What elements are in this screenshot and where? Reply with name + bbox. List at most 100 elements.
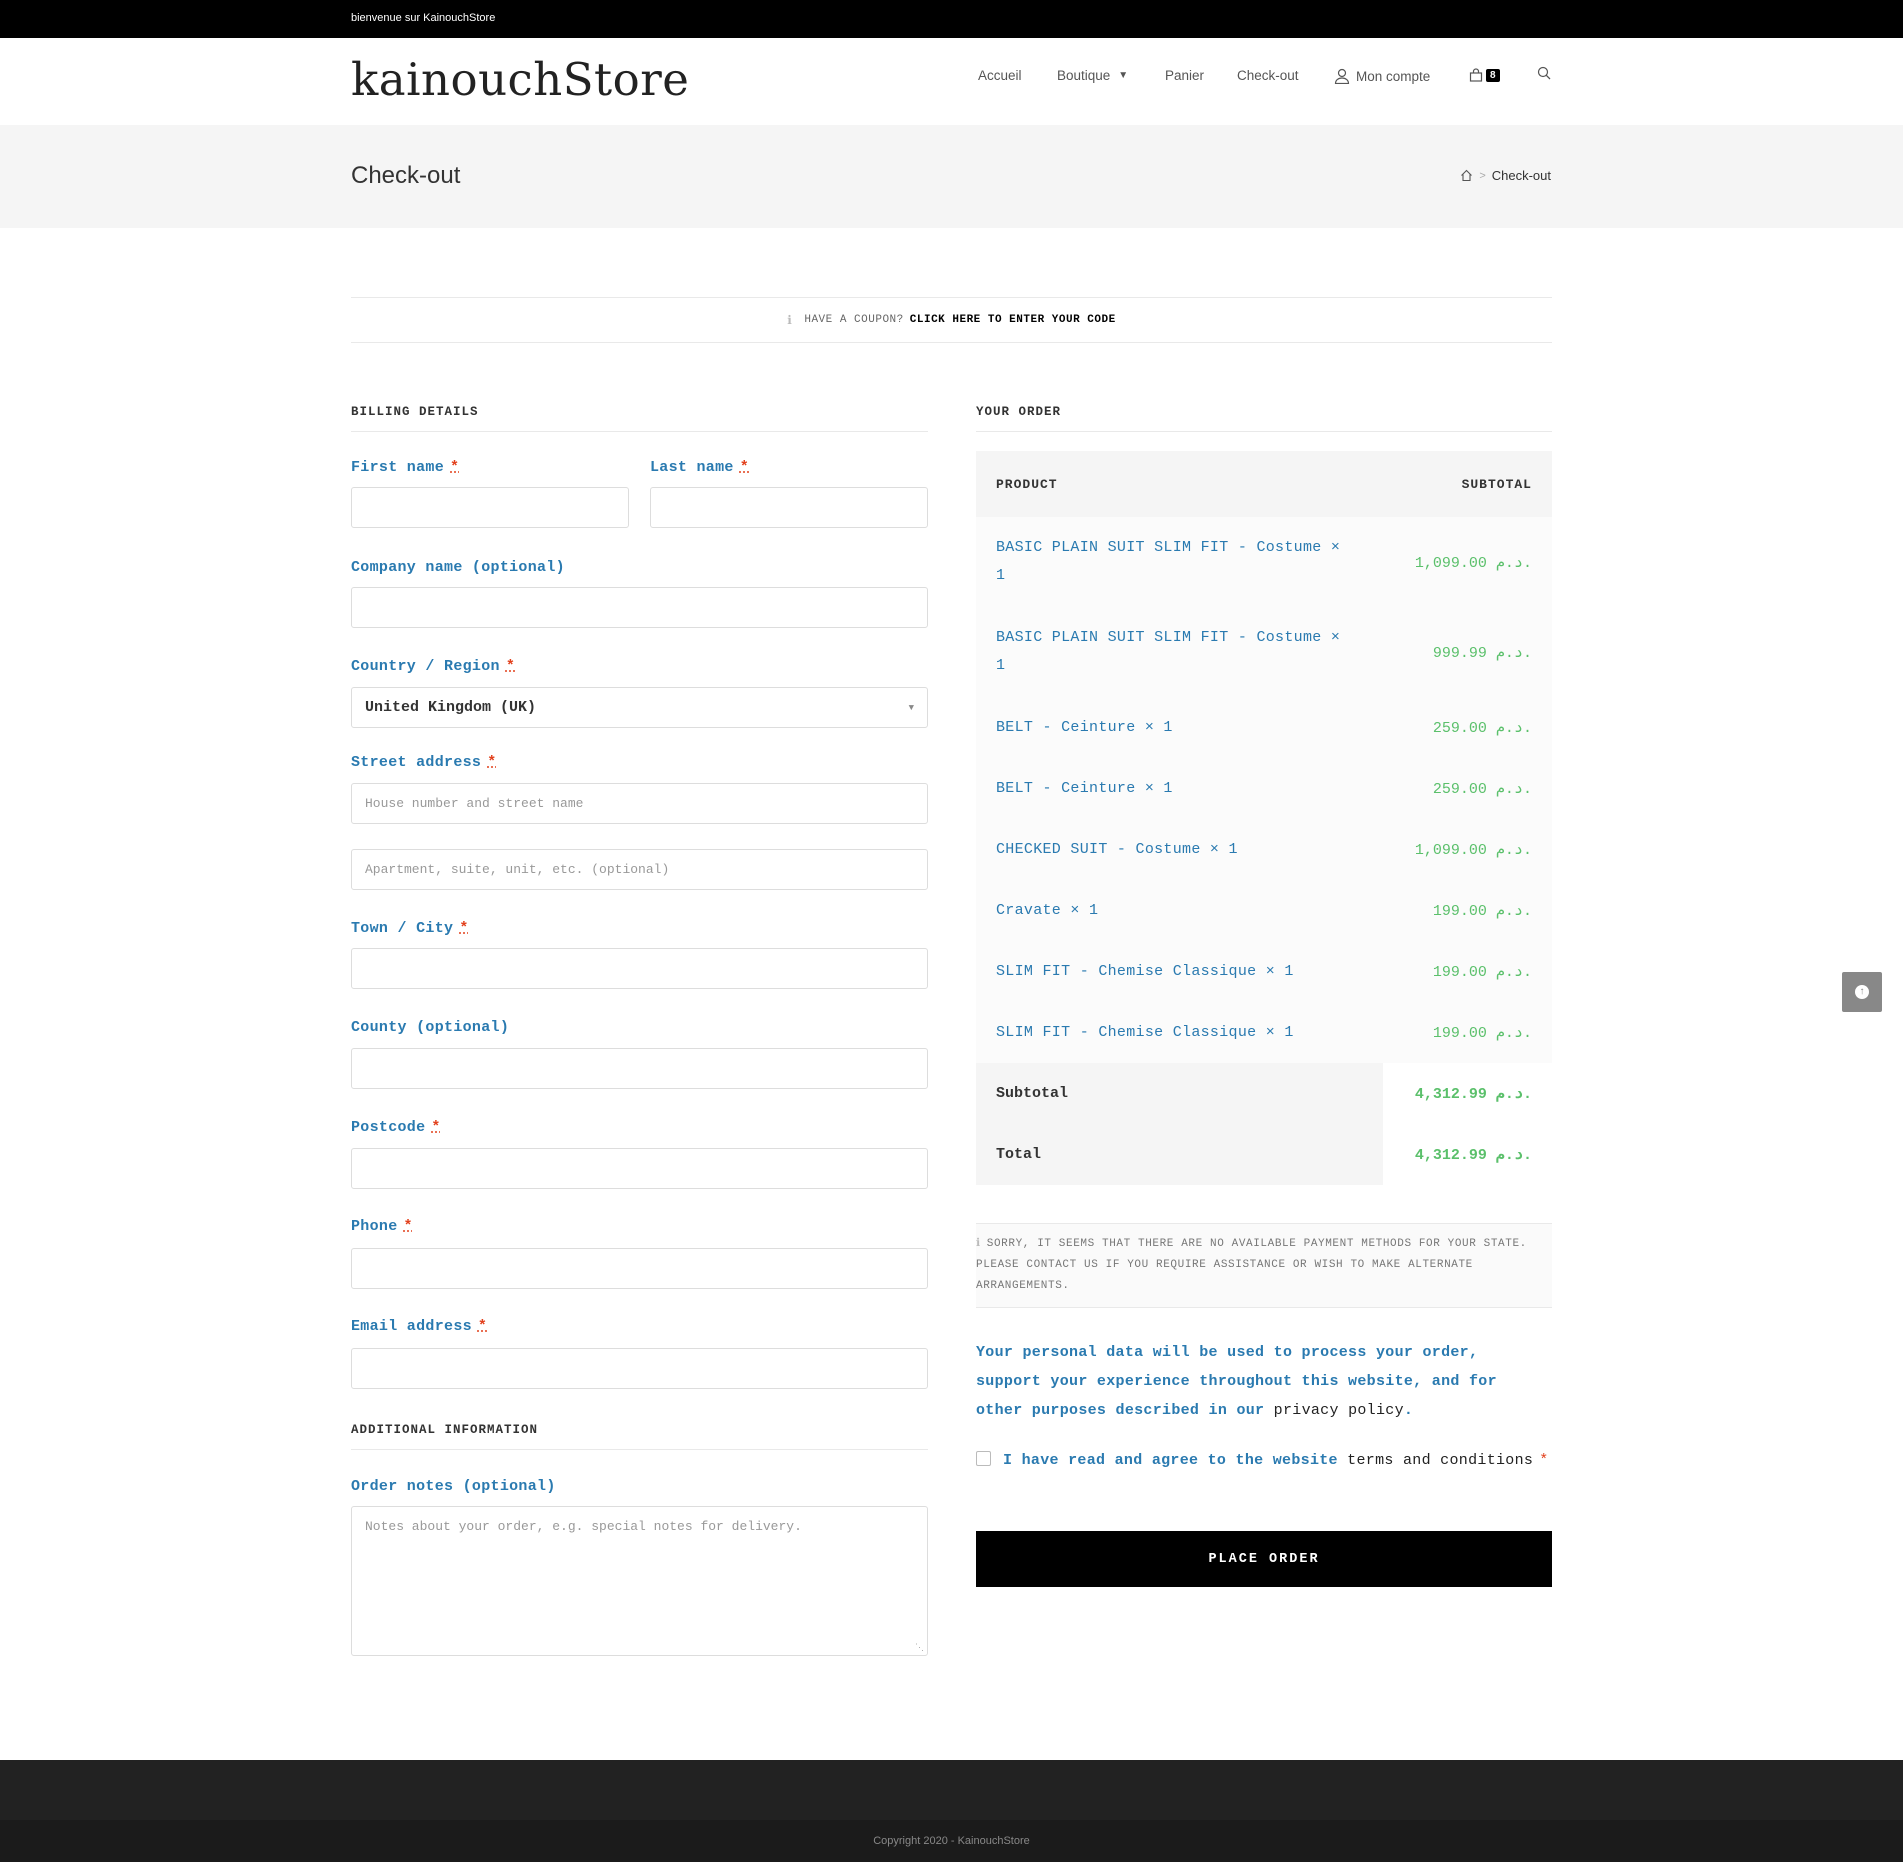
privacy-notice: Your personal data will be used to proce…: [976, 1338, 1552, 1425]
order-item-name: Cravate × 1: [996, 901, 1099, 919]
col-subtotal: SUBTOTAL: [1461, 476, 1532, 492]
privacy-text: Your personal data will be used to proce…: [976, 1344, 1497, 1419]
phone-field[interactable]: [351, 1248, 928, 1289]
street-label: Street address *: [351, 754, 497, 771]
subtotal-label: Subtotal: [976, 1063, 1383, 1124]
coupon-link[interactable]: CLICK HERE TO ENTER YOUR CODE: [910, 314, 1116, 326]
info-icon: ℹ: [976, 1238, 981, 1250]
shopping-bag-icon: [1469, 68, 1483, 82]
nav-checkout[interactable]: Check-out: [1237, 68, 1299, 83]
subtotal-row: Subtotal 4,312.99 د.م.: [976, 1063, 1552, 1124]
order-item-price: 999.99 د.م.: [1432, 644, 1532, 662]
order-table-header: PRODUCT SUBTOTAL: [976, 451, 1552, 517]
company-label: Company name (optional): [351, 559, 565, 576]
order-item-row: SLIM FIT - Chemise Classique × 1 199.00 …: [976, 1002, 1552, 1063]
town-field[interactable]: [351, 948, 928, 989]
order-item-row: BELT - Ceinture × 1 259.00 د.م.: [976, 758, 1552, 819]
order-item-name: SLIM FIT - Chemise Classique × 1: [996, 1023, 1294, 1041]
order-item-name: BASIC PLAIN SUIT SLIM FIT - Costume × 1: [996, 539, 1341, 584]
nav-boutique-label: Boutique: [1057, 68, 1111, 83]
payment-notice-text: SORRY, IT SEEMS THAT THERE ARE NO AVAILA…: [976, 1238, 1527, 1292]
resize-handle-icon[interactable]: ⋱: [915, 1643, 924, 1653]
first-name-field[interactable]: [351, 487, 629, 528]
cart-count-badge: 8: [1486, 68, 1500, 82]
country-select[interactable]: United Kingdom (UK) ▼: [351, 687, 928, 728]
terms-link[interactable]: terms and conditions: [1347, 1452, 1533, 1469]
nav-account-label: Mon compte: [1356, 68, 1431, 84]
country-label: Country / Region *: [351, 658, 516, 675]
info-icon: ℹ: [787, 313, 793, 328]
order-item-name: SLIM FIT - Chemise Classique × 1: [996, 962, 1294, 980]
order-review-table: PRODUCT SUBTOTAL BASIC PLAIN SUIT SLIM F…: [976, 451, 1552, 1185]
street-address-2-field[interactable]: Apartment, suite, unit, etc. (optional): [351, 849, 928, 890]
welcome-text: bienvenue sur KainouchStore: [351, 12, 496, 24]
breadcrumb-current: Check-out: [1491, 168, 1551, 183]
nav-panier[interactable]: Panier: [1165, 68, 1204, 83]
last-name-field[interactable]: [650, 487, 928, 528]
search-icon: [1537, 66, 1551, 80]
nav-account[interactable]: Mon compte: [1334, 68, 1430, 84]
col-product: PRODUCT: [996, 476, 1058, 492]
footer-widgets: [0, 1760, 1903, 1820]
terms-text: I have read and agree to the website: [1003, 1452, 1338, 1469]
nav-search[interactable]: [1537, 66, 1551, 80]
nav-cart[interactable]: 8: [1469, 68, 1500, 82]
order-item-price: 199.00 د.م.: [1432, 964, 1532, 981]
additional-heading: ADDITIONAL INFORMATION: [351, 1423, 928, 1450]
nav-boutique[interactable]: Boutique ▼: [1057, 68, 1128, 83]
chevron-down-icon: ▼: [1118, 70, 1129, 81]
order-item-name: CHECKED SUIT - Costume × 1: [996, 840, 1238, 858]
order-notes-label: Order notes (optional): [351, 1478, 556, 1495]
scroll-to-top-button[interactable]: ↑: [1842, 972, 1882, 1012]
county-label: County (optional): [351, 1019, 510, 1036]
terms-row: I have read and agree to the website ter…: [976, 1446, 1552, 1475]
privacy-end: .: [1403, 1402, 1414, 1419]
chevron-down-icon: ▼: [908, 702, 914, 713]
order-item-name: BASIC PLAIN SUIT SLIM FIT - Costume × 1: [996, 629, 1341, 674]
county-field[interactable]: [351, 1048, 928, 1089]
payment-methods-notice: ℹ SORRY, IT SEEMS THAT THERE ARE NO AVAIL…: [976, 1223, 1552, 1308]
country-value: United Kingdom (UK): [365, 699, 537, 716]
postcode-field[interactable]: [351, 1148, 928, 1189]
order-item-row: Cravate × 1 199.00 د.م.: [976, 880, 1552, 941]
email-label: Email address *: [351, 1318, 488, 1335]
top-bar: bienvenue sur KainouchStore: [0, 0, 1903, 38]
order-item-price: 259.00 د.م.: [1432, 720, 1532, 737]
total-row: Total 4,312.99 د.م.: [976, 1124, 1552, 1185]
terms-required-mark: *: [1539, 1452, 1549, 1469]
site-logo[interactable]: kainouchStore: [351, 53, 689, 106]
place-order-button[interactable]: PLACE ORDER: [976, 1531, 1552, 1587]
order-notes-textarea[interactable]: Notes about your order, e.g. special not…: [351, 1506, 928, 1656]
order-item-price: 199.00 د.م.: [1432, 903, 1532, 920]
email-field[interactable]: [351, 1348, 928, 1389]
arrow-up-icon: ↑: [1855, 985, 1869, 999]
total-value: 4,312.99 د.م.: [1414, 1147, 1532, 1164]
phone-label: Phone *: [351, 1218, 413, 1235]
total-label: Total: [976, 1124, 1383, 1185]
footer-bottom: Copyright 2020 - KainouchStore: [0, 1820, 1903, 1862]
site-header: kainouchStore Accueil Boutique ▼ Panier …: [0, 38, 1903, 125]
last-name-label: Last name *: [650, 459, 750, 476]
copyright-text: Copyright 2020 - KainouchStore: [873, 1835, 1030, 1847]
terms-checkbox[interactable]: [976, 1451, 991, 1466]
subtotal-value: 4,312.99 د.م.: [1414, 1086, 1532, 1103]
breadcrumb: > Check-out: [1460, 168, 1551, 183]
order-item-row: BASIC PLAIN SUIT SLIM FIT - Costume × 1 …: [976, 607, 1552, 697]
order-heading: YOUR ORDER: [976, 405, 1552, 432]
order-item-name: BELT - Ceinture × 1: [996, 779, 1173, 797]
order-item-row: BASIC PLAIN SUIT SLIM FIT - Costume × 1 …: [976, 517, 1552, 607]
page-title: Check-out: [351, 162, 461, 189]
breadcrumb-separator: >: [1479, 169, 1486, 182]
order-item-row: SLIM FIT - Chemise Classique × 1 199.00 …: [976, 941, 1552, 1002]
coupon-notice: ℹ HAVE A COUPON? CLICK HERE TO ENTER YOU…: [351, 297, 1552, 343]
town-label: Town / City *: [351, 920, 469, 937]
order-notes-placeholder: Notes about your order, e.g. special not…: [365, 1519, 802, 1534]
company-field[interactable]: [351, 587, 928, 628]
nav-accueil[interactable]: Accueil: [978, 68, 1022, 83]
privacy-policy-link[interactable]: privacy policy: [1274, 1402, 1404, 1419]
order-item-price: 199.00 د.م.: [1432, 1025, 1532, 1042]
postcode-label: Postcode *: [351, 1119, 441, 1136]
street-address-field[interactable]: House number and street name: [351, 783, 928, 824]
home-icon[interactable]: [1460, 169, 1473, 182]
first-name-label: First name *: [351, 459, 460, 476]
